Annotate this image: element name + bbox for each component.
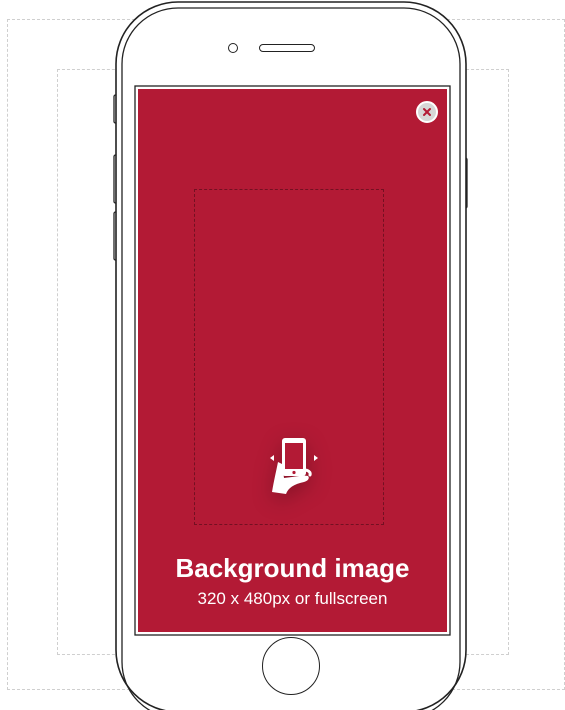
home-button[interactable]: [262, 637, 320, 695]
front-camera: [228, 43, 238, 53]
ad-background-screen[interactable]: Background image 320 x 480px or fullscre…: [138, 89, 447, 632]
close-button[interactable]: [416, 101, 438, 123]
phone-rotate-hand-icon: [270, 438, 318, 494]
ad-preview-canvas: Background image 320 x 480px or fullscre…: [0, 0, 565, 710]
close-icon: [423, 108, 431, 116]
background-image-size-hint: 320 x 480px or fullscreen: [197, 589, 388, 608]
background-image-title: Background image: [175, 553, 410, 583]
earpiece-speaker: [259, 44, 315, 52]
